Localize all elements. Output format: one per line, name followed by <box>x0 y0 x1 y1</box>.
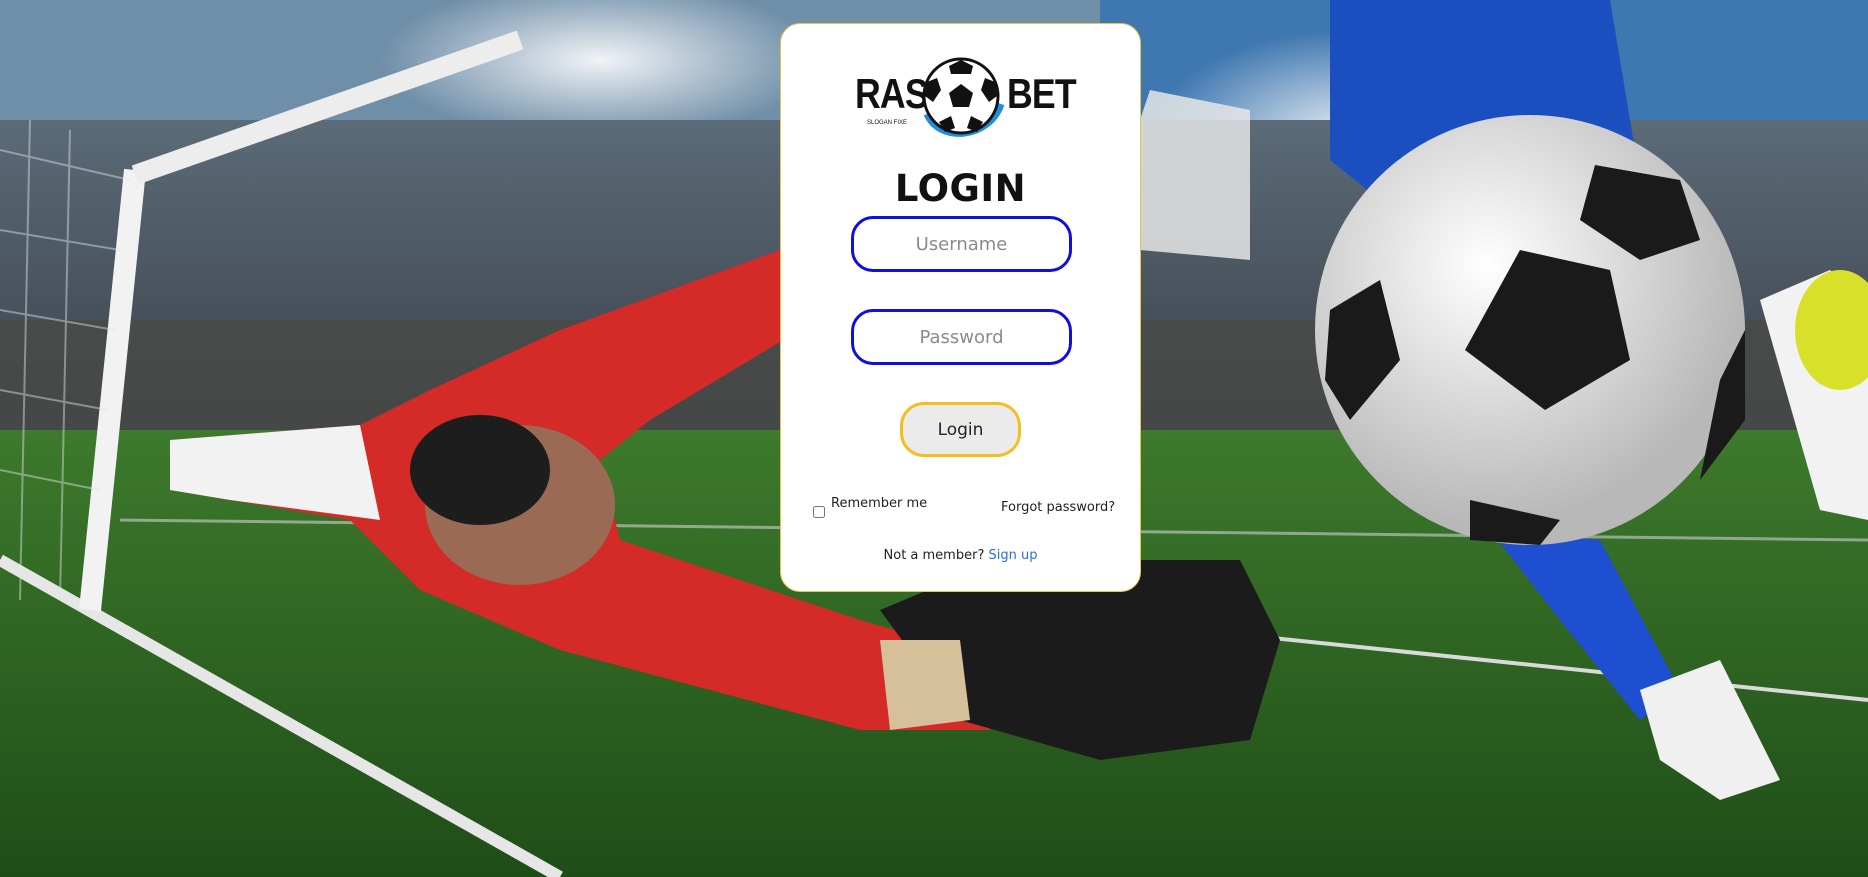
not-member-text: Not a member? <box>883 548 985 563</box>
signup-link[interactable]: Sign up <box>988 548 1037 563</box>
remember-me-label: Remember me <box>831 496 928 511</box>
rasbet-logo: RAS BET SLOGAN FIXE <box>855 56 1077 138</box>
username-input[interactable] <box>851 216 1072 272</box>
soccer-ball-icon <box>922 57 1005 137</box>
login-card: RAS BET SLOGAN FIXE LOGIN Login Remember… <box>780 23 1141 592</box>
logo-slogan: SLOGAN FIXE <box>867 120 908 126</box>
password-input[interactable] <box>851 309 1072 365</box>
logo-text-right: BET <box>1007 70 1077 117</box>
login-page: RAS BET SLOGAN FIXE LOGIN Login Remember… <box>0 0 1868 877</box>
remember-me-checkbox[interactable] <box>813 506 825 518</box>
login-button[interactable]: Login <box>900 402 1021 457</box>
signup-prompt: Not a member? Sign up <box>781 548 1140 563</box>
remember-me-option[interactable]: Remember me <box>813 496 927 518</box>
page-title: LOGIN <box>894 167 1027 210</box>
forgot-password-link[interactable]: Forgot password? <box>1001 500 1115 515</box>
